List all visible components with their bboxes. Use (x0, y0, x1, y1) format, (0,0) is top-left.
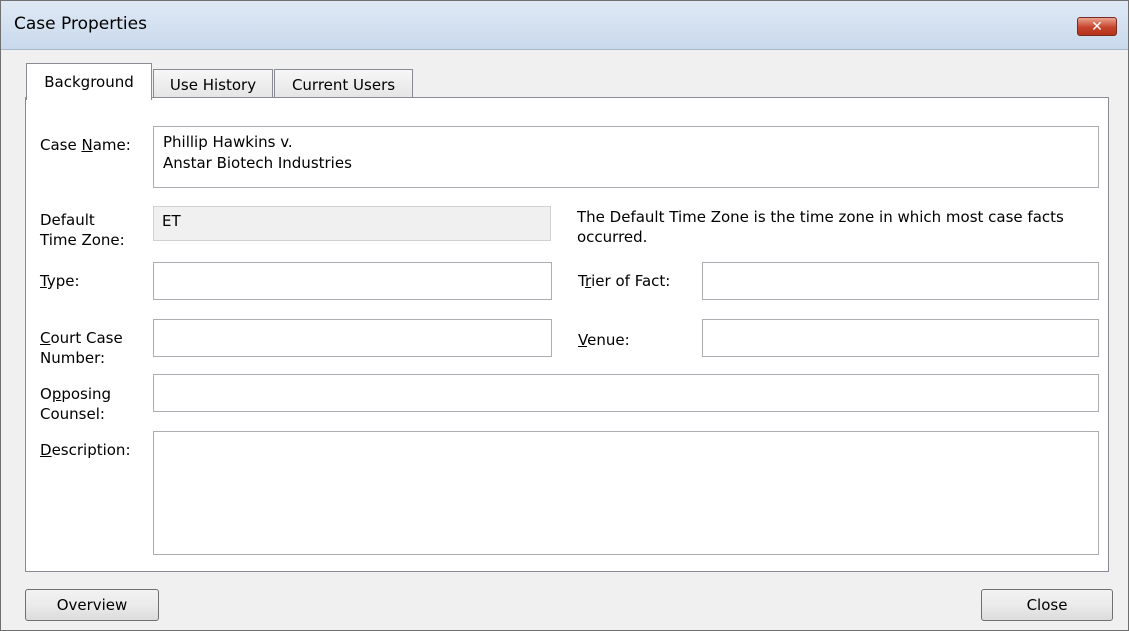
venue-field[interactable] (702, 319, 1099, 357)
close-window-button[interactable]: ✕ (1077, 17, 1117, 36)
description-label: Description: (40, 441, 131, 459)
time-zone-label: Default Time Zone: (40, 211, 125, 249)
venue-label: Venue: (578, 331, 630, 349)
court-case-number-label: Court Case Number: (40, 329, 123, 367)
close-button[interactable]: Close (981, 589, 1113, 621)
tab-label: Use History (169, 76, 257, 94)
opposing-counsel-label: Opposing Counsel: (40, 385, 112, 423)
close-icon: ✕ (1091, 19, 1103, 35)
time-zone-field[interactable]: ET (153, 206, 551, 241)
title-bar: Case Properties ✕ (1, 1, 1128, 50)
tab-use-history[interactable]: Use History (153, 69, 273, 99)
tab-label: Current Users (291, 76, 396, 94)
description-field[interactable] (153, 431, 1099, 555)
type-label: Type: (40, 272, 80, 290)
tab-background[interactable]: Background (26, 63, 152, 100)
window-title: Case Properties (14, 14, 147, 34)
trier-of-fact-label: Trier of Fact: (578, 272, 671, 290)
tab-current-users[interactable]: Current Users (274, 69, 413, 99)
type-field[interactable] (153, 262, 552, 300)
background-panel: Case Name: Phillip Hawkins v. Anstar Bio… (25, 97, 1109, 572)
court-case-number-field[interactable] (153, 319, 552, 357)
overview-button[interactable]: Overview (25, 589, 159, 621)
tab-label: Background (44, 73, 134, 91)
case-properties-dialog: Case Properties ✕ Use History Current Us… (0, 0, 1129, 631)
time-zone-note: The Default Time Zone is the time zone i… (577, 208, 1064, 246)
opposing-counsel-field[interactable] (153, 374, 1099, 412)
case-name-field[interactable]: Phillip Hawkins v. Anstar Biotech Indust… (153, 126, 1099, 188)
case-name-label: Case Name: (40, 136, 131, 154)
trier-of-fact-field[interactable] (702, 262, 1099, 300)
